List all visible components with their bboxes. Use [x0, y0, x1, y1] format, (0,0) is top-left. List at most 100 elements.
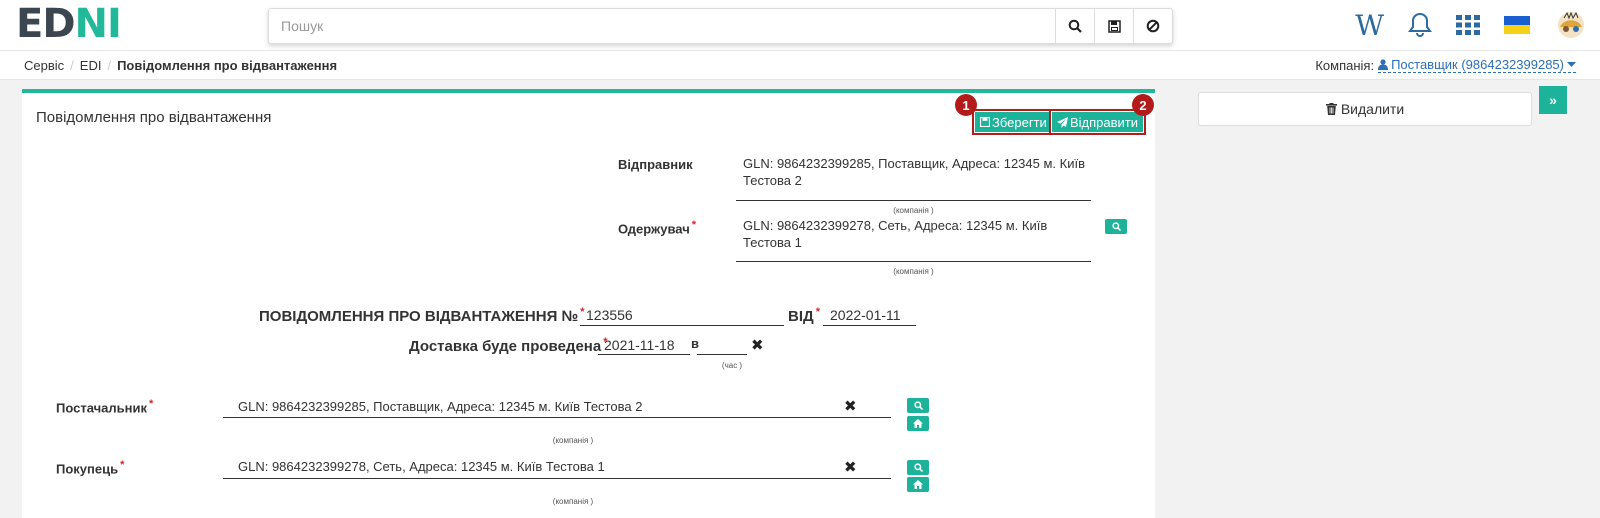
delivery-label-text: Доставка буде проведена	[409, 338, 602, 355]
delivery-time-input[interactable]	[699, 337, 746, 353]
receiver-search-button[interactable]	[1105, 219, 1127, 234]
document-panel: Повідомлення про відвантаження Зберегти …	[22, 89, 1155, 518]
edi-logo[interactable]: ED NI	[16, 1, 122, 47]
save-button[interactable]: Зберегти	[972, 109, 1055, 135]
clear-search-button[interactable]	[1133, 9, 1172, 43]
required-mark: *	[149, 398, 154, 410]
top-bar: ED NI Пошук W	[0, 0, 1600, 50]
avatar[interactable]	[1554, 10, 1588, 40]
receiver-caption: (компанія )	[893, 267, 934, 276]
logo-text-ni: NI	[74, 1, 122, 47]
breadcrumb-separator: /	[107, 57, 112, 73]
save-button-label: Зберегти	[992, 114, 1047, 130]
floppy-icon	[980, 117, 990, 127]
home-icon	[913, 419, 923, 428]
search-icon	[1068, 19, 1082, 33]
delete-button[interactable]: Видалити	[1198, 92, 1532, 126]
top-icons: W	[1343, 0, 1600, 50]
buyer-label-text: Покупець	[56, 461, 119, 477]
document-number-underline	[580, 325, 784, 326]
delivery-time-underline	[697, 354, 747, 355]
bell-icon[interactable]	[1408, 12, 1432, 38]
logo-text-ed: ED	[16, 1, 76, 47]
buyer-search-button[interactable]	[907, 460, 929, 475]
supplier-search-button[interactable]	[907, 398, 929, 413]
buyer-value[interactable]: GLN: 9864232399278, Сеть, Адреса: 12345 …	[238, 458, 605, 475]
delivery-at-label: в	[691, 336, 699, 351]
required-mark: *	[815, 306, 820, 318]
supplier-underline	[223, 417, 891, 418]
delivery-label: Доставка буде проведена *	[409, 336, 607, 355]
document-date-label: ВІД *	[788, 306, 820, 325]
sender-line1: GLN: 9864232399285, Поставщик, Адреса: 1…	[743, 156, 1085, 171]
document-date-input[interactable]: 2022-01-11	[830, 307, 901, 323]
search-icon	[913, 463, 923, 472]
receiver-label-text: Одержувач	[618, 221, 690, 237]
breadcrumb-edi[interactable]: EDI	[80, 58, 102, 73]
send-button[interactable]: Відправити	[1048, 109, 1147, 135]
search-input[interactable]: Пошук	[269, 18, 1055, 34]
supplier-caption: (компанія )	[552, 436, 594, 445]
delivery-time-caption: (час )	[721, 361, 743, 370]
buyer-underline	[223, 478, 891, 479]
search-button[interactable]	[1055, 9, 1094, 43]
breadcrumb: Сервіс / EDI / Повідомлення про відванта…	[0, 50, 1600, 80]
ban-icon	[1146, 19, 1160, 33]
user-icon	[1378, 59, 1389, 70]
wikipedia-icon[interactable]: W	[1355, 9, 1384, 42]
breadcrumb-separator: /	[70, 57, 74, 73]
receiver-line2: Тестова 1	[743, 235, 802, 250]
ukraine-flag-icon[interactable]	[1504, 16, 1530, 34]
double-chevron-right-icon: »	[1549, 92, 1557, 108]
save-search-button[interactable]	[1094, 9, 1133, 43]
delete-button-label: Видалити	[1340, 101, 1405, 117]
company-selector: Компанія: Поставщик (9864232399285)	[1315, 51, 1576, 79]
receiver-underline	[736, 261, 1091, 262]
supplier-home-button[interactable]	[907, 416, 929, 431]
buyer-home-button[interactable]	[907, 477, 929, 492]
buyer-label: Покупець *	[56, 459, 124, 476]
clear-buyer-icon[interactable]: ✖	[844, 458, 857, 476]
document-number-label: ПОВІДОМЛЕННЯ ПРО ВІДВАНТАЖЕННЯ № *	[259, 306, 585, 325]
company-label: Компанія:	[1315, 57, 1375, 73]
trash-icon	[1325, 103, 1337, 115]
caret-down-icon	[1567, 61, 1576, 67]
floppy-icon	[1107, 19, 1121, 33]
required-mark: *	[691, 219, 697, 231]
step-badge-1: 1	[955, 94, 977, 116]
receiver-line1: GLN: 9864232399278, Сеть, Адреса: 12345 …	[743, 218, 1048, 233]
breadcrumb-current: Повідомлення про відвантаження	[117, 57, 338, 73]
search-icon	[1111, 222, 1121, 231]
supplier-label: Постачальник *	[56, 398, 153, 415]
apps-grid-icon[interactable]	[1456, 15, 1480, 35]
supplier-label-text: Постачальник	[56, 400, 147, 416]
search-icon	[913, 401, 923, 410]
company-value: Поставщик (9864232399285)	[1391, 57, 1564, 72]
company-dropdown[interactable]: Поставщик (9864232399285)	[1378, 57, 1576, 73]
clear-time-icon[interactable]: ✖	[751, 336, 764, 354]
send-button-label: Відправити	[1070, 114, 1139, 130]
buyer-caption: (компанія )	[552, 497, 594, 506]
document-date-label-text: ВІД	[788, 308, 814, 325]
sender-line2: Тестова 2	[743, 173, 802, 188]
step-badge-2: 2	[1132, 94, 1154, 116]
search-bar: Пошук	[268, 8, 1173, 44]
paper-plane-icon	[1057, 116, 1068, 128]
clear-supplier-icon[interactable]: ✖	[844, 397, 857, 415]
breadcrumb-service[interactable]: Сервіс	[24, 58, 64, 73]
expand-sidebar-button[interactable]: »	[1539, 86, 1567, 114]
required-mark: *	[580, 306, 585, 318]
document-number-input[interactable]: 123556	[586, 307, 633, 323]
receiver-value[interactable]: GLN: 9864232399278, Сеть, Адреса: 12345 …	[743, 217, 1047, 251]
required-mark: *	[120, 459, 125, 471]
panel-title: Повідомлення про відвантаження	[36, 109, 272, 126]
document-number-label-text: ПОВІДОМЛЕННЯ ПРО ВІДВАНТАЖЕННЯ №	[259, 308, 579, 325]
document-date-underline	[823, 325, 916, 326]
sender-value[interactable]: GLN: 9864232399285, Поставщик, Адреса: 1…	[743, 155, 1085, 189]
home-icon	[913, 480, 923, 489]
supplier-value[interactable]: GLN: 9864232399285, Поставщик, Адреса: 1…	[238, 398, 642, 415]
delivery-date-input[interactable]: 2021-11-18	[604, 337, 675, 353]
sender-underline	[736, 200, 1091, 201]
sender-caption: (компанія )	[893, 206, 934, 215]
sender-label: Відправник	[618, 157, 693, 172]
